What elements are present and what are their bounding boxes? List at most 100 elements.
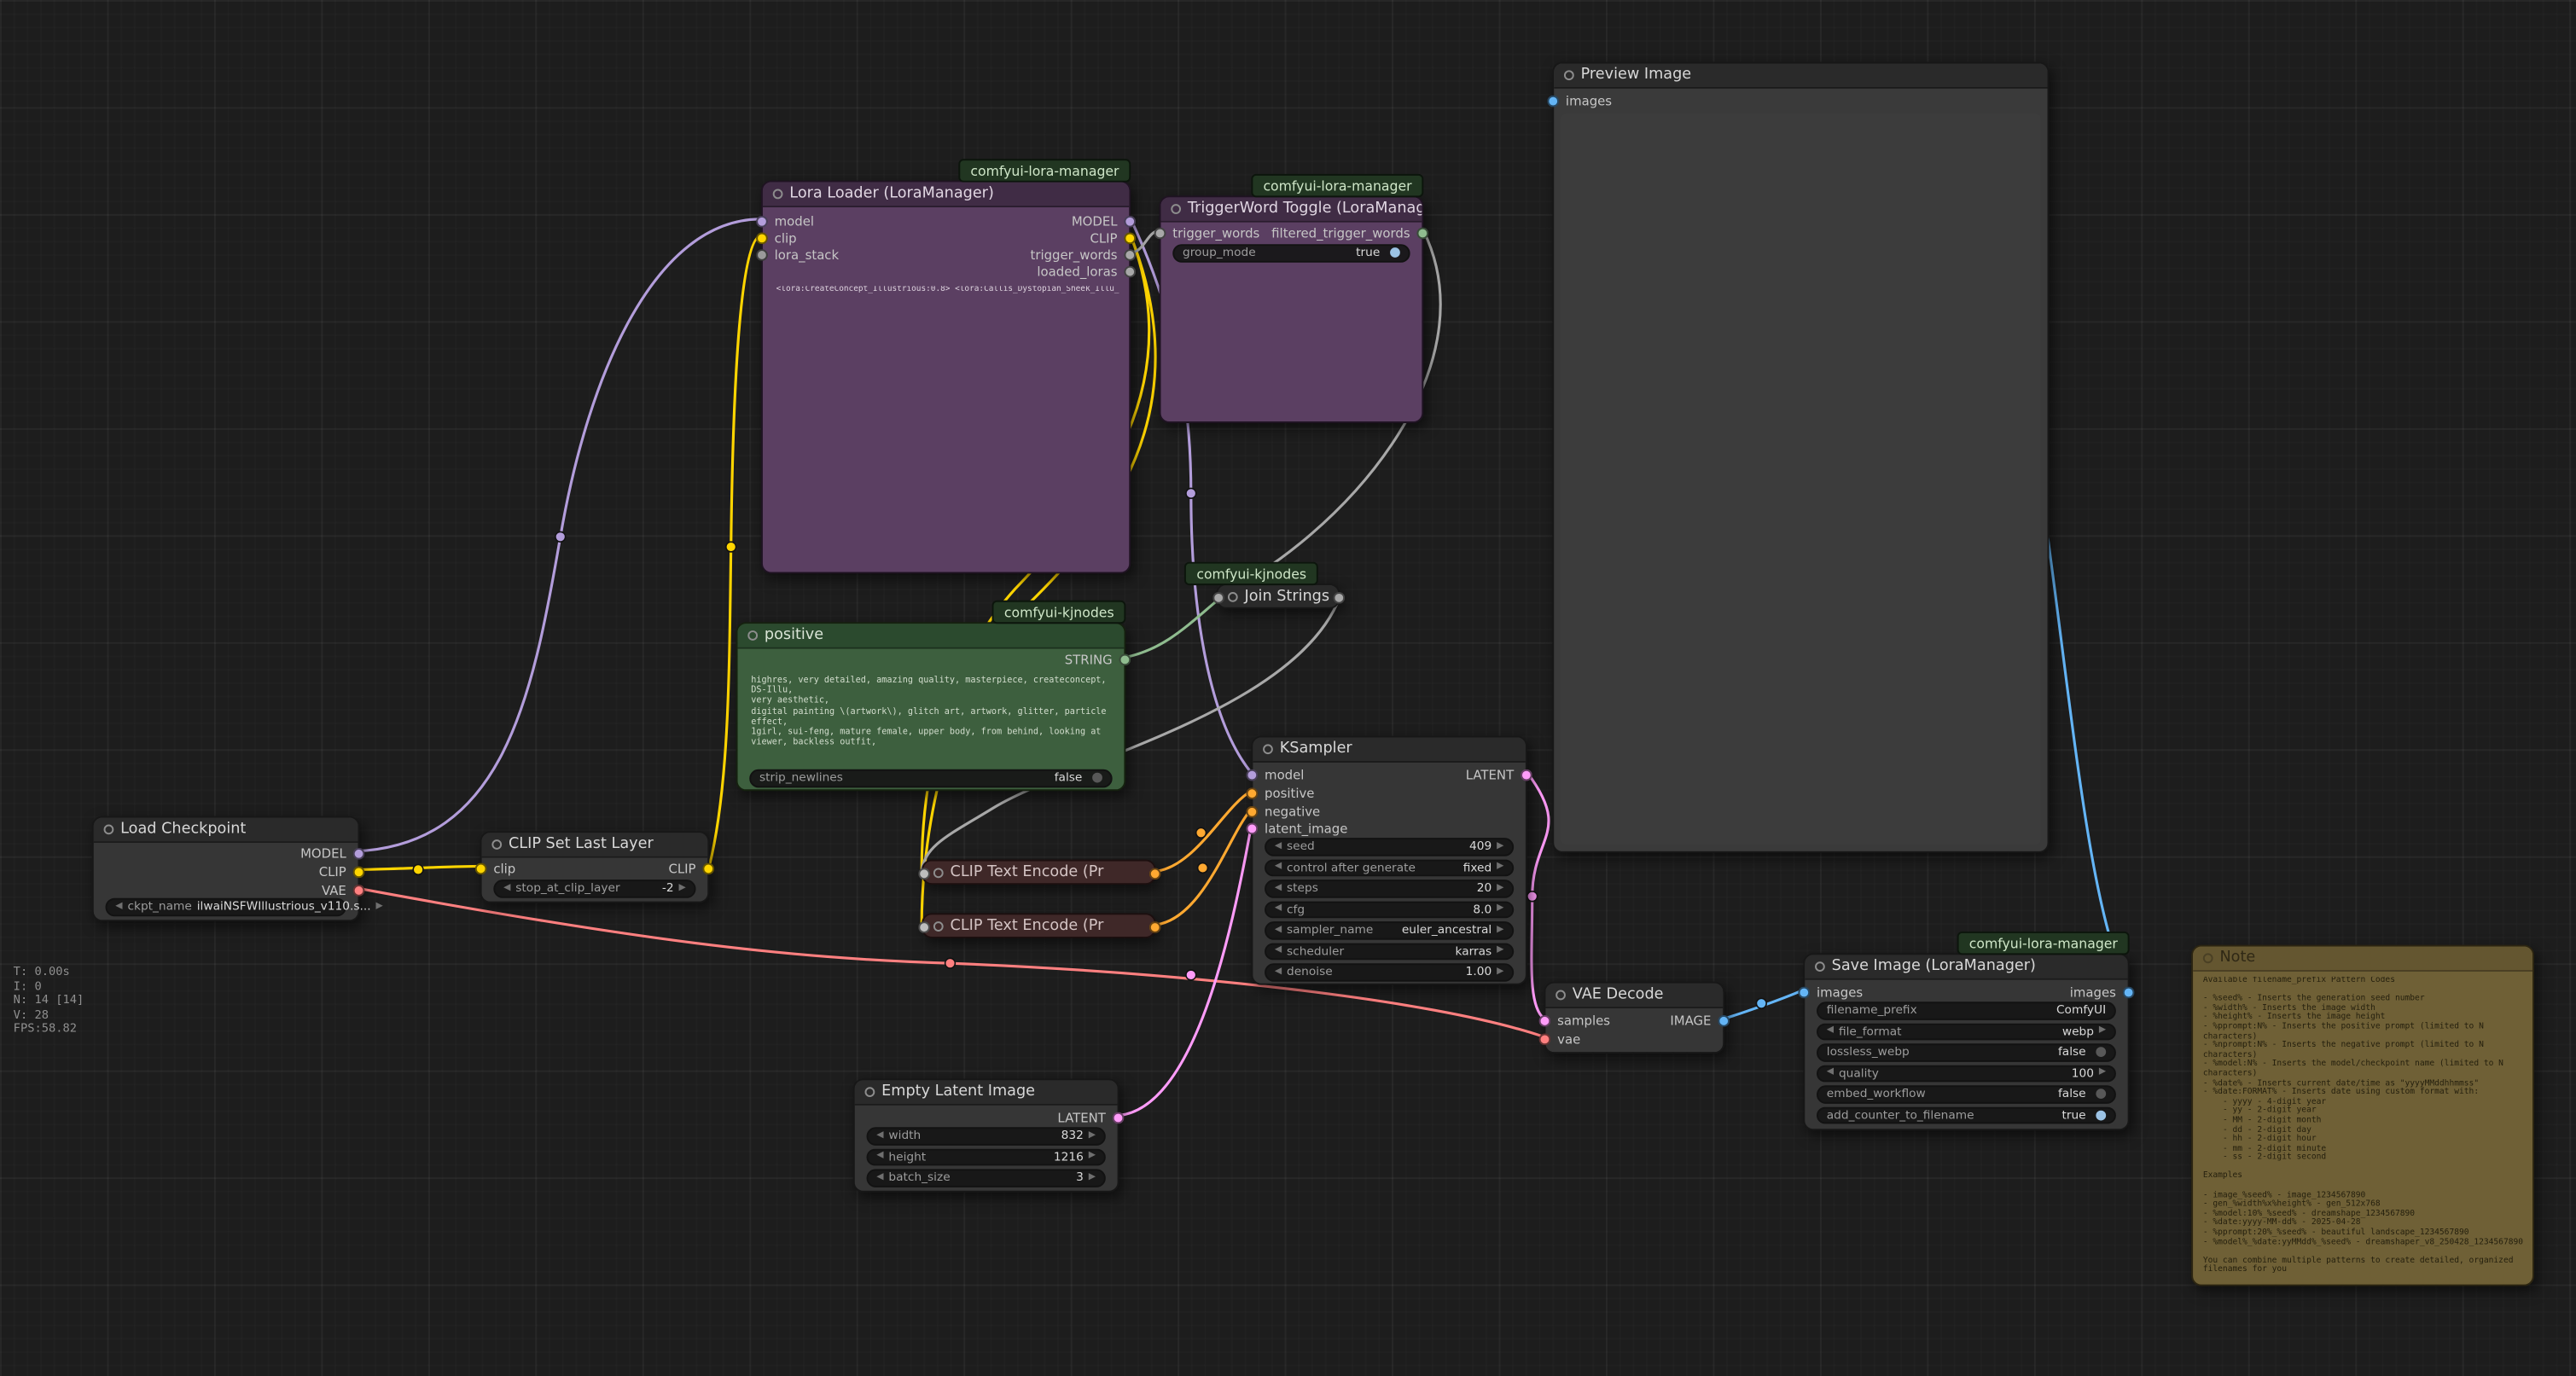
collapse-dot-icon[interactable] [1228, 591, 1238, 601]
combo-right-arrow-icon[interactable]: ▶ [1497, 947, 1503, 956]
widget-sampler-name[interactable]: ◀ sampler_name euler_ancestral ▶ [1265, 921, 1514, 939]
widget-add-counter-to-filename[interactable]: add_counter_to_filename true [1817, 1106, 2116, 1124]
slot-dot-model[interactable] [756, 215, 768, 227]
collapsed-output-dot[interactable] [1148, 920, 1160, 932]
slot-dot-latent[interactable] [1113, 1112, 1125, 1123]
widget-stop-at-clip-layer[interactable]: ◀ stop_at_clip_layer -2 ▶ [493, 880, 695, 897]
node-titlebar[interactable]: Save Image (LoraManager) [1805, 955, 2127, 979]
collapsed-input-dot[interactable] [917, 867, 929, 879]
output-slot-string[interactable]: STRING [1065, 652, 1131, 667]
node-note[interactable]: Note Available filename_prefix Pattern C… [2191, 945, 2534, 1286]
widget-steps[interactable]: ◀ steps 20 ▶ [1265, 880, 1514, 897]
node-titlebar[interactable]: CLIP Text Encode (Pr [923, 914, 1154, 936]
combo-right-arrow-icon[interactable]: ▶ [2099, 1027, 2106, 1036]
node-clip-text-encode-negative[interactable]: CLIP Text Encode (Pr [922, 913, 1155, 938]
combo-right-arrow-icon[interactable]: ▶ [1497, 926, 1503, 935]
collapse-dot-icon[interactable] [1564, 70, 1574, 80]
combo-right-arrow-icon[interactable]: ▶ [1497, 863, 1503, 873]
slot-dot-clip[interactable] [475, 862, 487, 874]
node-preview-image[interactable]: Preview Image images [1552, 62, 2049, 853]
node-titlebar[interactable]: positive [738, 624, 1125, 648]
widget-control-after-generate[interactable]: ◀ control after generate fixed ▶ [1265, 859, 1514, 877]
prompt-textarea[interactable]: highres, very detailed, amazing quality,… [751, 676, 1110, 766]
slot-dot-trigger-words[interactable] [1124, 248, 1136, 260]
node-titlebar[interactable]: Empty Latent Image [855, 1080, 1118, 1105]
widget-group-mode[interactable]: group_mode true [1172, 244, 1410, 262]
widget-batch-size[interactable]: ◀ batch_size 3 ▶ [866, 1169, 1105, 1187]
toggle-dot-icon[interactable] [1092, 773, 1102, 783]
collapse-dot-icon[interactable] [865, 1087, 875, 1097]
combo-left-arrow-icon[interactable]: ◀ [1275, 947, 1282, 956]
node-ksampler[interactable]: KSampler model positive negative latent_… [1251, 736, 1526, 985]
collapse-dot-icon[interactable] [1555, 990, 1566, 1001]
input-slot-negative[interactable]: negative [1246, 804, 1320, 819]
slot-dot-latent[interactable] [1246, 822, 1258, 834]
input-slot-vae[interactable]: vae [1539, 1031, 1581, 1047]
combo-left-arrow-icon[interactable]: ◀ [1275, 967, 1282, 977]
combo-left-arrow-icon[interactable]: ◀ [876, 1131, 883, 1141]
combo-right-arrow-icon[interactable]: ▶ [1089, 1131, 1096, 1141]
slot-dot-filtered-trigger-words[interactable] [1416, 227, 1428, 239]
node-lora-loader[interactable]: Lora Loader (LoraManager) model clip lor… [761, 181, 1131, 574]
combo-left-arrow-icon[interactable]: ◀ [1275, 926, 1282, 935]
slot-dot-trigger-words[interactable] [1154, 227, 1166, 239]
slot-dot-vae[interactable] [353, 884, 365, 896]
combo-right-arrow-icon[interactable]: ▶ [678, 884, 685, 893]
slot-dot-clip[interactable] [1124, 232, 1136, 244]
node-titlebar[interactable]: VAE Decode [1545, 984, 1723, 1008]
collapsed-output-dot[interactable] [1148, 867, 1160, 879]
input-slot-images[interactable]: images [1798, 984, 1863, 1000]
combo-right-arrow-icon[interactable]: ▶ [1497, 884, 1503, 893]
slot-dot-image[interactable] [1798, 986, 1810, 998]
output-slot-trigger-words[interactable]: trigger_words [1030, 247, 1136, 262]
slot-dot-image[interactable] [1718, 1014, 1730, 1026]
note-textarea[interactable]: Available filename_prefix Pattern Codes … [2203, 977, 2524, 1278]
combo-left-arrow-icon[interactable]: ◀ [1275, 842, 1282, 851]
input-slot-model[interactable]: model [756, 213, 814, 229]
widget-cfg[interactable]: ◀ cfg 8.0 ▶ [1265, 901, 1514, 919]
output-slot-loaded-loras[interactable]: loaded_loras [1037, 264, 1136, 279]
widget-width[interactable]: ◀ width 832 ▶ [866, 1127, 1105, 1145]
slot-dot-conditioning[interactable] [1246, 805, 1258, 817]
slot-dot-latent[interactable] [1521, 769, 1532, 781]
widget-seed[interactable]: ◀ seed 409 ▶ [1265, 838, 1514, 856]
slot-dot-model[interactable] [1124, 215, 1136, 227]
input-slot-model[interactable]: model [1246, 767, 1304, 782]
slot-dot-image[interactable] [2123, 986, 2135, 998]
toggle-dot-icon[interactable] [2096, 1110, 2106, 1120]
collapse-dot-icon[interactable] [933, 867, 944, 877]
node-titlebar[interactable]: KSampler [1253, 738, 1526, 763]
widget-embed-workflow[interactable]: embed_workflow false [1817, 1085, 2116, 1103]
slot-dot-clip[interactable] [756, 232, 768, 244]
input-slot-clip[interactable]: clip [475, 861, 515, 876]
toggle-dot-icon[interactable] [2096, 1089, 2106, 1100]
input-slot-images[interactable]: images [1547, 93, 1612, 108]
slot-dot-model[interactable] [353, 847, 365, 859]
combo-right-arrow-icon[interactable]: ▶ [1497, 905, 1503, 914]
collapse-dot-icon[interactable] [1171, 204, 1181, 214]
slot-dot-loaded-loras[interactable] [1124, 265, 1136, 277]
node-titlebar[interactable]: Load Checkpoint [94, 818, 358, 843]
output-slot-vae[interactable]: VAE [322, 882, 364, 897]
widget-scheduler[interactable]: ◀ scheduler karras ▶ [1265, 943, 1514, 961]
slot-dot-conditioning[interactable] [1246, 787, 1258, 798]
combo-left-arrow-icon[interactable]: ◀ [115, 903, 122, 912]
slot-dot-image[interactable] [1547, 95, 1559, 107]
combo-right-arrow-icon[interactable]: ▶ [1497, 967, 1503, 977]
input-slot-positive[interactable]: positive [1246, 785, 1314, 800]
output-slot-image[interactable]: IMAGE [1670, 1013, 1730, 1028]
combo-right-arrow-icon[interactable]: ▶ [2099, 1069, 2106, 1078]
input-slot-lora-stack[interactable]: lora_stack [756, 247, 839, 262]
node-titlebar[interactable]: Join Strings [1218, 585, 1338, 607]
output-slot-clip[interactable]: CLIP [319, 864, 365, 880]
slot-dot-clip[interactable] [353, 866, 365, 878]
collapse-dot-icon[interactable] [1815, 961, 1825, 972]
collapse-dot-icon[interactable] [747, 630, 758, 641]
node-save-image[interactable]: Save Image (LoraManager) images images f… [1803, 953, 2129, 1130]
widget-quality[interactable]: ◀ quality 100 ▶ [1817, 1065, 2116, 1083]
node-titlebar[interactable]: Note [2193, 947, 2532, 972]
node-join-strings[interactable]: Join Strings [1216, 583, 1340, 608]
combo-left-arrow-icon[interactable]: ◀ [876, 1173, 883, 1182]
combo-right-arrow-icon[interactable]: ▶ [1089, 1152, 1096, 1162]
combo-right-arrow-icon[interactable]: ▶ [375, 903, 382, 912]
